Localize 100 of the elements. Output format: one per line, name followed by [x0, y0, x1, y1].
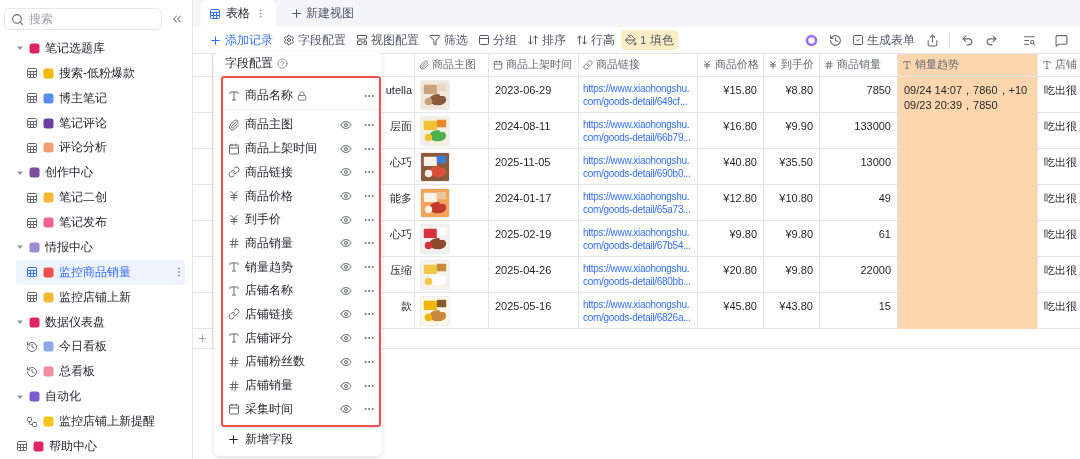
- nav-group-label[interactable]: 创作中心: [45, 164, 185, 182]
- hash-icon: [228, 237, 240, 250]
- add-row-icon[interactable]: [197, 333, 208, 344]
- nav-item[interactable]: 笔记发布: [16, 210, 185, 235]
- yen-icon: [768, 60, 778, 70]
- column-header[interactable]: 销量趋势: [898, 54, 1038, 76]
- eye-icon[interactable]: [340, 379, 352, 392]
- toolbar-button[interactable]: 1 填色: [621, 30, 678, 50]
- nav-item[interactable]: 笔记评论: [16, 110, 185, 136]
- link[interactable]: https://www.xiaohongshu.com/goods-detail/6826a...: [583, 298, 692, 324]
- toolbar-button[interactable]: 排序: [523, 30, 570, 50]
- table-cell: ¥43.80: [764, 293, 820, 329]
- calendar-icon: [493, 60, 503, 70]
- column-header[interactable]: 商品价格: [698, 54, 764, 76]
- toolbar-button[interactable]: 行高: [572, 30, 619, 50]
- field-item[interactable]: 商品名称: [223, 82, 379, 111]
- eye-icon[interactable]: [340, 237, 352, 250]
- table-cell: 吃出很: [1038, 257, 1080, 293]
- field-item[interactable]: 销量趋势: [223, 255, 379, 279]
- nav-item[interactable]: 笔记二创: [16, 185, 185, 211]
- field-item[interactable]: 商品价格: [223, 184, 379, 208]
- table-icon: [26, 191, 38, 204]
- nav-group-label[interactable]: 数据仪表盘: [45, 313, 185, 331]
- nav-item[interactable]: 监控店铺上新提醒: [16, 409, 185, 434]
- field-item[interactable]: 商品链接: [223, 160, 379, 185]
- table-icon: [26, 117, 38, 130]
- table-cell: ¥40.80: [698, 149, 764, 185]
- clock-icon: [26, 340, 38, 353]
- toolbar-button[interactable]: 分组: [474, 30, 521, 50]
- text-type-icon: [228, 261, 240, 274]
- table-cell: ¥45.80: [698, 293, 764, 329]
- text-type-icon: [228, 89, 240, 102]
- nav-item[interactable]: 今日看板: [16, 334, 185, 360]
- table-icon: [26, 67, 38, 80]
- table-cell: ¥9.80: [764, 257, 820, 293]
- eye-icon[interactable]: [340, 142, 352, 155]
- field-item[interactable]: 商品主图: [223, 113, 379, 137]
- field-item[interactable]: 商品销量: [223, 231, 379, 256]
- field-item[interactable]: 店铺销量: [223, 373, 379, 398]
- table-cell: ¥20.80: [698, 257, 764, 293]
- column-header[interactable]: 店铺: [1038, 54, 1080, 76]
- link[interactable]: https://www.xiaohongshu.com/goods-detail/65a73...: [583, 190, 692, 216]
- collapse-icon[interactable]: [170, 12, 184, 26]
- eye-icon[interactable]: [340, 213, 352, 226]
- add-field-button[interactable]: 新增字段: [217, 427, 379, 451]
- eye-icon[interactable]: [340, 308, 352, 321]
- calendar-icon: [228, 142, 240, 155]
- nav-item[interactable]: 总看板: [16, 359, 185, 385]
- table-cell: 吃出很: [1038, 113, 1080, 149]
- table-cell: ¥35.50: [764, 149, 820, 185]
- table-cell: 2025-05-16: [489, 293, 579, 329]
- nav-item[interactable]: 博主笔记: [16, 85, 185, 111]
- add-record-button[interactable]: 添加记录: [205, 30, 277, 50]
- text-type-icon: [228, 284, 240, 297]
- nav-item[interactable]: 监控商品销量: [16, 259, 185, 285]
- column-header[interactable]: 到手价: [764, 54, 820, 76]
- table-cell: 2023-06-29: [489, 77, 579, 113]
- nav-group-label[interactable]: 情报中心: [45, 238, 185, 256]
- field-item[interactable]: 店铺粉丝数: [223, 350, 379, 374]
- nav-item[interactable]: 监控店铺上新: [16, 284, 185, 310]
- hash-icon: [824, 60, 834, 70]
- table-cell: 2025-11-05: [489, 149, 579, 185]
- table-cell: ¥9.80: [764, 221, 820, 257]
- field-item[interactable]: 店铺评分: [223, 326, 379, 350]
- link[interactable]: https://www.xiaohongshu.com/goods-detail/680bb...: [583, 262, 692, 288]
- field-item[interactable]: 店铺链接: [223, 302, 379, 327]
- yen-icon: [228, 190, 240, 203]
- nav-item[interactable]: 帮助中心: [16, 434, 185, 459]
- toolbar-button[interactable]: 筛选: [425, 30, 472, 50]
- link[interactable]: https://www.xiaohongshu.com/goods-detail/67b54...: [583, 226, 692, 252]
- row-height-icon: [576, 34, 588, 46]
- eye-icon[interactable]: [340, 190, 352, 203]
- nav-item[interactable]: 评论分析: [16, 135, 185, 161]
- nav-group-label[interactable]: 笔记选题库: [45, 39, 185, 57]
- new-view-button[interactable]: 新建视图: [286, 3, 358, 24]
- eye-icon[interactable]: [340, 261, 352, 274]
- nav-item[interactable]: 搜索-低粉爆款: [16, 60, 185, 86]
- eye-icon[interactable]: [340, 119, 352, 131]
- plus-icon: [227, 433, 240, 447]
- nav-group-label[interactable]: 自动化: [45, 388, 185, 406]
- field-item[interactable]: 采集时间: [223, 397, 379, 422]
- column-header[interactable]: 商品链接: [579, 54, 698, 76]
- search-box[interactable]: 搜索: [4, 8, 162, 30]
- table-cell: ¥8.80: [764, 77, 820, 113]
- column-header[interactable]: 商品上架时间: [489, 54, 579, 76]
- table-icon: [16, 440, 28, 453]
- view-tab[interactable]: 表格: [201, 0, 276, 27]
- eye-icon[interactable]: [340, 166, 352, 179]
- toolbar-button[interactable]: 视图配置: [352, 30, 423, 50]
- eye-icon[interactable]: [340, 355, 352, 368]
- eye-icon[interactable]: [340, 403, 352, 416]
- link[interactable]: https://www.xiaohongshu.com/goods-detail/649cf...: [583, 82, 692, 108]
- column-header[interactable]: 商品主图: [415, 54, 489, 76]
- generate-form-button[interactable]: 生成表单: [848, 30, 919, 50]
- link[interactable]: https://www.xiaohongshu.com/goods-detail/690b0...: [583, 154, 692, 180]
- link[interactable]: https://www.xiaohongshu.com/goods-detail/66b79...: [583, 118, 692, 144]
- toolbar-button[interactable]: 字段配置: [279, 30, 350, 50]
- eye-icon[interactable]: [340, 332, 352, 345]
- help-icon[interactable]: [277, 57, 288, 69]
- eye-icon[interactable]: [340, 284, 352, 297]
